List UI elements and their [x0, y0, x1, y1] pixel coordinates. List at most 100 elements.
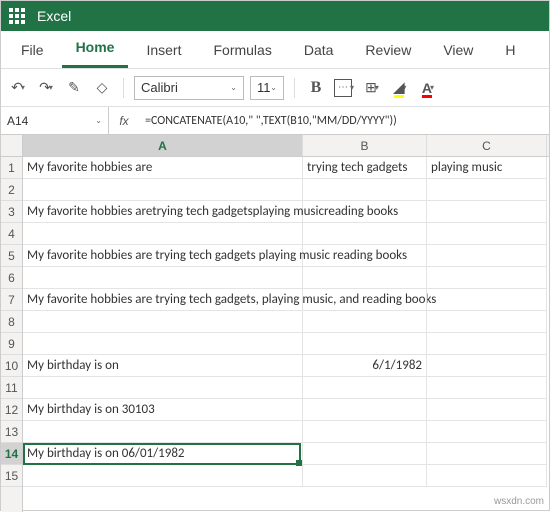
- col-header-C[interactable]: C: [427, 135, 547, 156]
- formula-bar-row: A14 ⌄ fx =CONCATENATE(A10," ",TEXT(B10,"M…: [1, 107, 549, 135]
- title-bar: Excel: [1, 1, 549, 31]
- cell-C9[interactable]: [427, 333, 547, 355]
- cell-A12[interactable]: My birthday is on 30103: [23, 399, 303, 421]
- cell-C3[interactable]: [427, 201, 547, 223]
- font-name-select[interactable]: Calibri ⌄: [134, 76, 244, 100]
- formula-bar[interactable]: =CONCATENATE(A10," ",TEXT(B10,"MM/DD/YYY…: [139, 114, 549, 128]
- cell-B14[interactable]: [303, 443, 427, 465]
- spreadsheet-grid: 1 2 3 4 5 6 7 8 9 10 11 12 13 14 15 A B …: [1, 135, 549, 512]
- row-header-11[interactable]: 11: [1, 377, 22, 399]
- borders-button[interactable]: ⊞▾: [361, 77, 383, 99]
- ribbon-toolbar: ↶▾ ↷▾ ✎ ◇ Calibri ⌄ 11⌄ B ⋯▾ ⊞▾ ◢▾ A▾: [1, 69, 549, 107]
- cell-B4[interactable]: [303, 223, 427, 245]
- cell-C4[interactable]: [427, 223, 547, 245]
- menu-file[interactable]: File: [7, 34, 58, 68]
- cell-B13[interactable]: [303, 421, 427, 443]
- cell-C1[interactable]: playing music: [427, 157, 547, 179]
- watermark: wsxdn.com: [494, 496, 544, 507]
- cell-A10[interactable]: My birthday is on: [23, 355, 303, 377]
- cell-A8[interactable]: [23, 311, 303, 333]
- cell-A7[interactable]: My favorite hobbies are trying tech gadg…: [23, 289, 303, 311]
- row-header-13[interactable]: 13: [1, 421, 22, 443]
- col-header-A[interactable]: A: [23, 135, 303, 156]
- app-launcher-icon[interactable]: [9, 8, 25, 24]
- cells-area[interactable]: My favorite hobbies aretrying tech gadge…: [23, 157, 549, 487]
- cell-A9[interactable]: [23, 333, 303, 355]
- cell-C10[interactable]: [427, 355, 547, 377]
- cell-A4[interactable]: [23, 223, 303, 245]
- menu-data[interactable]: Data: [290, 34, 348, 68]
- row-header-2[interactable]: 2: [1, 179, 22, 201]
- row-header-5[interactable]: 5: [1, 245, 22, 267]
- row-header-12[interactable]: 12: [1, 399, 22, 421]
- cell-A2[interactable]: [23, 179, 303, 201]
- cell-A11[interactable]: [23, 377, 303, 399]
- col-header-B[interactable]: B: [303, 135, 427, 156]
- cell-C15[interactable]: [427, 465, 547, 487]
- cell-B6[interactable]: [303, 267, 427, 289]
- cell-C12[interactable]: [427, 399, 547, 421]
- menu-review[interactable]: Review: [351, 34, 425, 68]
- cell-B10[interactable]: 6/1/1982: [303, 355, 427, 377]
- cell-C2[interactable]: [427, 179, 547, 201]
- cell-B1[interactable]: trying tech gadgets: [303, 157, 427, 179]
- cell-B15[interactable]: [303, 465, 427, 487]
- cell-C11[interactable]: [427, 377, 547, 399]
- cell-A3[interactable]: My favorite hobbies aretrying tech gadge…: [23, 201, 303, 223]
- menu-view[interactable]: View: [429, 34, 487, 68]
- separator: [294, 78, 295, 98]
- font-size-value: 11: [257, 80, 271, 95]
- cell-B12[interactable]: [303, 399, 427, 421]
- font-name-value: Calibri: [141, 80, 178, 95]
- cell-A5[interactable]: My favorite hobbies are trying tech gadg…: [23, 245, 303, 267]
- cell-C14[interactable]: [427, 443, 547, 465]
- cell-B9[interactable]: [303, 333, 427, 355]
- cell-B7[interactable]: [303, 289, 427, 311]
- undo-button[interactable]: ↶▾: [7, 77, 29, 99]
- cell-B5[interactable]: [303, 245, 427, 267]
- redo-button[interactable]: ↷▾: [35, 77, 57, 99]
- row-header-8[interactable]: 8: [1, 311, 22, 333]
- row-header-10[interactable]: 10: [1, 355, 22, 377]
- row-headers: 1 2 3 4 5 6 7 8 9 10 11 12 13 14 15: [1, 135, 23, 512]
- fx-icon[interactable]: fx: [109, 114, 139, 128]
- menu-insert[interactable]: Insert: [132, 34, 195, 68]
- menu-more[interactable]: H: [491, 34, 529, 68]
- name-box[interactable]: A14 ⌄: [1, 107, 109, 134]
- cell-C7[interactable]: [427, 289, 547, 311]
- row-header-7[interactable]: 7: [1, 289, 22, 311]
- more-font-button[interactable]: ⋯▾: [333, 77, 355, 99]
- chevron-down-icon: ⌄: [230, 83, 237, 92]
- name-box-value: A14: [7, 114, 28, 128]
- cell-A1[interactable]: My favorite hobbies are: [23, 157, 303, 179]
- font-color-button[interactable]: A▾: [417, 77, 439, 99]
- cell-B2[interactable]: [303, 179, 427, 201]
- select-all-corner[interactable]: [1, 135, 22, 157]
- cell-C6[interactable]: [427, 267, 547, 289]
- cell-A14[interactable]: My birthday is on 06/01/1982: [23, 443, 303, 465]
- row-header-1[interactable]: 1: [1, 157, 22, 179]
- chevron-down-icon: ⌄: [95, 116, 102, 125]
- fill-color-button[interactable]: ◢▾: [389, 77, 411, 99]
- cell-C8[interactable]: [427, 311, 547, 333]
- row-header-3[interactable]: 3: [1, 201, 22, 223]
- cell-C5[interactable]: [427, 245, 547, 267]
- cell-A6[interactable]: [23, 267, 303, 289]
- row-header-15[interactable]: 15: [1, 465, 22, 487]
- menu-home[interactable]: Home: [62, 31, 129, 68]
- cell-B3[interactable]: [303, 201, 427, 223]
- cell-B11[interactable]: [303, 377, 427, 399]
- format-painter-button[interactable]: ✎: [63, 77, 85, 99]
- row-header-14[interactable]: 14: [1, 443, 22, 465]
- row-header-4[interactable]: 4: [1, 223, 22, 245]
- cell-B8[interactable]: [303, 311, 427, 333]
- menu-formulas[interactable]: Formulas: [199, 34, 285, 68]
- row-header-9[interactable]: 9: [1, 333, 22, 355]
- font-size-select[interactable]: 11⌄: [250, 76, 284, 100]
- bold-button[interactable]: B: [305, 77, 327, 99]
- cell-C13[interactable]: [427, 421, 547, 443]
- clear-button[interactable]: ◇: [91, 77, 113, 99]
- row-header-6[interactable]: 6: [1, 267, 22, 289]
- cell-A15[interactable]: [23, 465, 303, 487]
- cell-A13[interactable]: [23, 421, 303, 443]
